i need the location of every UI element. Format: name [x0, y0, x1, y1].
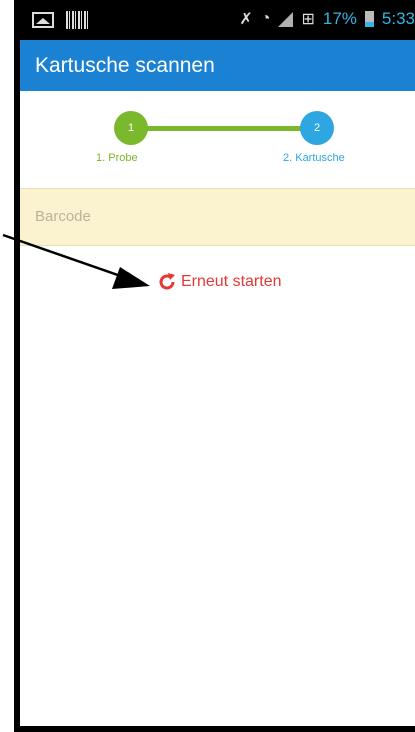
screenshot-stage: ✗ ◔ ⊞ 17% 5:33 Kartusche scannen 1 2 1. …	[0, 0, 415, 732]
status-left-icons	[32, 11, 88, 29]
wifi-icon: ◔	[260, 10, 271, 27]
restart-label: Erneut starten	[181, 273, 282, 290]
phone-screen: ✗ ◔ ⊞ 17% 5:33 Kartusche scannen 1 2 1. …	[14, 0, 415, 732]
network-icon: ⊞	[301, 11, 315, 28]
image-icon	[32, 12, 54, 28]
mute-icon: ✗	[239, 11, 253, 28]
battery-icon	[364, 11, 374, 27]
step-connector-line	[131, 126, 315, 131]
step-1-circle: 1	[114, 111, 148, 145]
step-2-circle: 2	[300, 111, 334, 145]
battery-percent: 17%	[322, 9, 357, 28]
step-2-label: 2. Kartusche	[283, 152, 345, 164]
app-bar: Kartusche scannen	[20, 40, 415, 91]
restart-button[interactable]: Erneut starten	[157, 272, 282, 292]
step-1-label: 1. Probe	[96, 152, 138, 164]
signal-icon	[278, 11, 294, 27]
barcode-icon	[66, 11, 88, 29]
barcode-input[interactable]: Barcode	[20, 188, 415, 246]
clock-time: 5:33	[381, 9, 415, 28]
status-bar: ✗ ◔ ⊞ 17% 5:33	[20, 0, 415, 40]
page-title: Kartusche scannen	[35, 54, 215, 77]
status-right-icons: ✗ ◔ ⊞ 17% 5:33	[239, 9, 415, 29]
refresh-icon	[157, 272, 177, 292]
progress-stepper: 1 2 1. Probe 2. Kartusche	[20, 91, 415, 188]
